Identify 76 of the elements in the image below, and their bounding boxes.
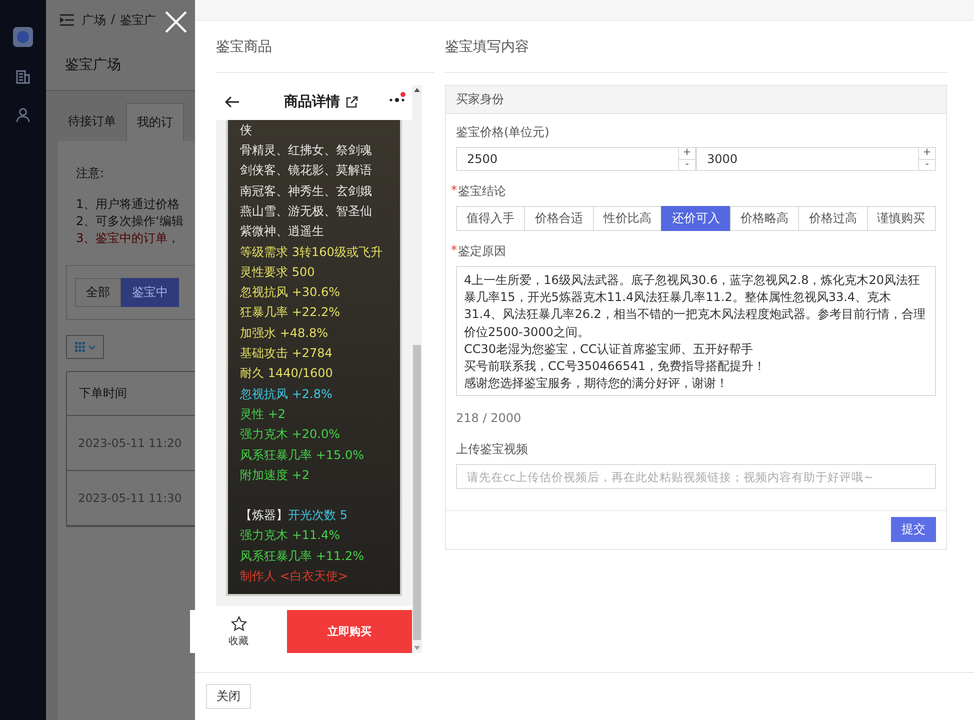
external-link-icon[interactable] — [345, 96, 358, 109]
attribute-line: 骨精灵、红拂女、祭剑魂 — [240, 142, 373, 160]
attribute-line: 强力克木 +20.0% — [240, 426, 341, 444]
buy-now-button[interactable]: 立即购买 — [287, 610, 412, 653]
conclusion-option[interactable]: 还价可入 — [661, 206, 731, 231]
close-button[interactable]: 关闭 — [206, 684, 251, 709]
submit-button[interactable]: 提交 — [891, 517, 936, 542]
tab[interactable]: 我的订 — [126, 103, 184, 141]
scroll-up-icon[interactable] — [414, 88, 420, 92]
user-icon[interactable] — [15, 107, 31, 123]
conclusion-option[interactable]: 性价比高 — [592, 206, 662, 231]
page-title: 鉴宝广场 — [46, 40, 195, 91]
attribute-line: 耐久 1440/1600 — [240, 365, 334, 382]
attribute-line: 南冠客、神秀生、玄剑娥 — [240, 182, 373, 200]
conclusion-option[interactable]: 值得入手 — [456, 206, 526, 231]
card-header: 买家身份 — [446, 86, 946, 114]
required-mark: * — [451, 243, 457, 259]
reason-textarea[interactable] — [456, 266, 936, 396]
field-label: 上传鉴宝视频 — [456, 441, 528, 458]
caret-icon — [88, 344, 96, 350]
notice-title: 注意: — [76, 165, 106, 182]
filter-button[interactable]: 鉴宝中 — [121, 278, 179, 307]
attribute-line: 风系狂暴几率 +15.0% — [240, 446, 365, 464]
breadcrumb-separator: / — [111, 12, 116, 28]
attribute-line: 紫微神、逍遥生 — [240, 223, 325, 240]
number-input[interactable]: 2500 + - — [456, 147, 696, 171]
reason-paragraph: CC30老湿为您鉴宝，CC认证首席鉴宝师、五开好帮手 — [464, 340, 754, 358]
grid-icon — [74, 342, 84, 352]
menu-icon[interactable] — [60, 14, 74, 26]
conclusion-option[interactable]: 价格过高 — [798, 206, 868, 231]
section-title: 鉴宝填写内容 — [445, 21, 947, 73]
conclusion-option[interactable]: 谨慎购买 — [866, 206, 936, 231]
field-label: 鉴宝价格(单位元) — [456, 124, 550, 141]
attribute-line: 加强水 +48.8% — [240, 324, 329, 342]
close-icon[interactable] — [164, 10, 188, 34]
reason-paragraph: 买号前联系我，CC号350466541，免费指导搭配提升！ — [464, 358, 766, 376]
conclusion-option[interactable]: 价格合适 — [524, 206, 594, 231]
section-title: 鉴宝商品 — [216, 21, 434, 73]
notice-text: 3、鉴宝中的订单， — [76, 230, 181, 247]
breadcrumb-link[interactable]: 广场 — [82, 12, 106, 28]
filter-button[interactable]: 全部 — [75, 278, 121, 307]
field-label: 鉴宝结论 — [458, 183, 506, 200]
scroll-down-icon[interactable] — [414, 646, 420, 650]
attribute-line: 附加速度 +2 — [240, 466, 311, 484]
attribute-line: 【炼器】开光次数 5 — [240, 507, 348, 524]
reason-paragraph: 4上一生所爱，16级风法武器。底子忽视风30.6，蓝字忽视风2.8，炼化克木20风法狂暴几率15，开光5炼器克木11.4风法狂暴几率11.2。整体属性忽视风33.4、克木31.4、风法狂暴几率26.2，相当不错的一把克木风法程度炮武器。参考目前行情，合理价位2500-3000之间。 — [464, 272, 926, 341]
attribute-line: 忽视抗风 +30.6% — [240, 284, 341, 302]
notice-text: 2、可多次操作‘编辑 — [76, 213, 184, 230]
required-mark: * — [451, 183, 457, 199]
number-input[interactable]: 3000 + - — [696, 147, 936, 171]
character-count: 218 / 2000 — [456, 411, 522, 425]
attribute-line: 忽视抗风 +2.8% — [240, 386, 334, 403]
conclusion-option[interactable]: 价格略高 — [730, 206, 800, 231]
scrollbar-thumb[interactable] — [413, 345, 421, 640]
attribute-line: 等级需求 3转160级或飞升 — [240, 244, 384, 261]
attribute-line: 燕山雪、游无极、智圣仙 — [240, 202, 373, 220]
attribute-line: 灵性要求 500 — [240, 264, 316, 281]
attribute-line: 制作人 <白衣天使> — [240, 568, 349, 585]
back-arrow-icon[interactable] — [224, 96, 240, 108]
notice-text: 1、用户将通过价格 — [76, 196, 181, 213]
logo-icon[interactable] — [13, 27, 33, 47]
field-label: 鉴定原因 — [458, 243, 506, 260]
attribute-line: 剑侠客、镜花影、莫解语 — [240, 162, 373, 180]
attribute-line: 强力克木 +11.4% — [240, 527, 341, 544]
reason-paragraph: 感谢您选择鉴宝服务，期待您的满分好评，谢谢！ — [464, 375, 729, 392]
star-icon — [230, 616, 246, 632]
page-title: 商品详情 — [284, 93, 340, 112]
video-link-input[interactable]: 请先在cc上传估价视频后，再在此处粘贴视频链接；视频内容有助于好评哦~ — [456, 464, 936, 489]
attribute-line: 风系狂暴几率 +11.2% — [240, 548, 365, 565]
attribute-line: 狂暴几率 +22.2% — [240, 304, 341, 322]
building-icon[interactable] — [15, 69, 31, 85]
attribute-line: 灵性 +2 — [240, 406, 287, 423]
attribute-line: 基础攻击 +2784 — [240, 345, 334, 362]
breadcrumb-link[interactable]: 鉴宝广 — [120, 12, 156, 28]
scrollbar[interactable] — [412, 85, 422, 653]
attribute-line: 侠 — [240, 122, 253, 139]
